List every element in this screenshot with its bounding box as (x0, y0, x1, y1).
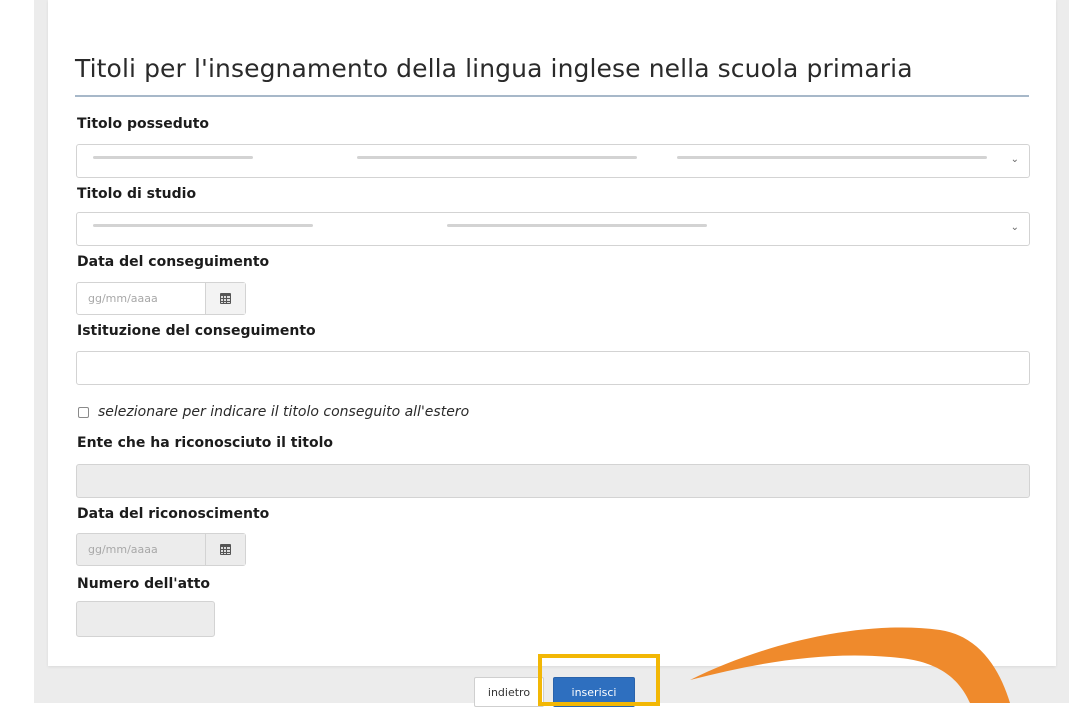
chevron-down-icon: ⌄ (1010, 154, 1019, 165)
numero-atto-label: Numero dell'atto (77, 576, 211, 592)
titolo-studio-select[interactable]: ⌄ (76, 212, 1030, 246)
titolo-studio-label: Titolo di studio (77, 186, 197, 202)
titolo-posseduto-select[interactable]: ⌄ (76, 144, 1030, 178)
calendar-button[interactable] (205, 283, 245, 314)
estero-checkbox-label[interactable]: selezionare per indicare il titolo conse… (98, 404, 469, 420)
data-conseguimento-datepicker[interactable] (76, 282, 246, 315)
redacted-text (357, 156, 637, 159)
redacted-text (93, 156, 253, 159)
chevron-down-icon: ⌄ (1010, 222, 1019, 233)
data-conseguimento-input[interactable] (77, 283, 205, 314)
title-divider (75, 95, 1029, 97)
page-title: Titoli per l'insegnamento della lingua i… (75, 54, 913, 83)
ente-input[interactable] (76, 464, 1030, 498)
estero-checkbox-row[interactable]: selezionare per indicare il titolo conse… (78, 403, 469, 421)
istituzione-input[interactable] (76, 351, 1030, 385)
titolo-posseduto-label: Titolo posseduto (77, 116, 210, 132)
numero-atto-input[interactable] (76, 601, 215, 637)
calendar-icon (220, 293, 231, 304)
redacted-text (447, 224, 707, 227)
data-riconoscimento-datepicker[interactable] (76, 533, 246, 566)
redacted-text (93, 224, 313, 227)
redacted-text (677, 156, 987, 159)
ente-label: Ente che ha riconosciuto il titolo (77, 435, 333, 451)
calendar-icon (220, 544, 231, 555)
estero-checkbox[interactable] (78, 406, 89, 418)
istituzione-label: Istituzione del conseguimento (77, 323, 316, 339)
calendar-button[interactable] (205, 534, 245, 565)
data-riconoscimento-label: Data del riconoscimento (77, 506, 270, 522)
data-conseguimento-label: Data del conseguimento (77, 254, 270, 270)
data-riconoscimento-input[interactable] (77, 534, 205, 565)
